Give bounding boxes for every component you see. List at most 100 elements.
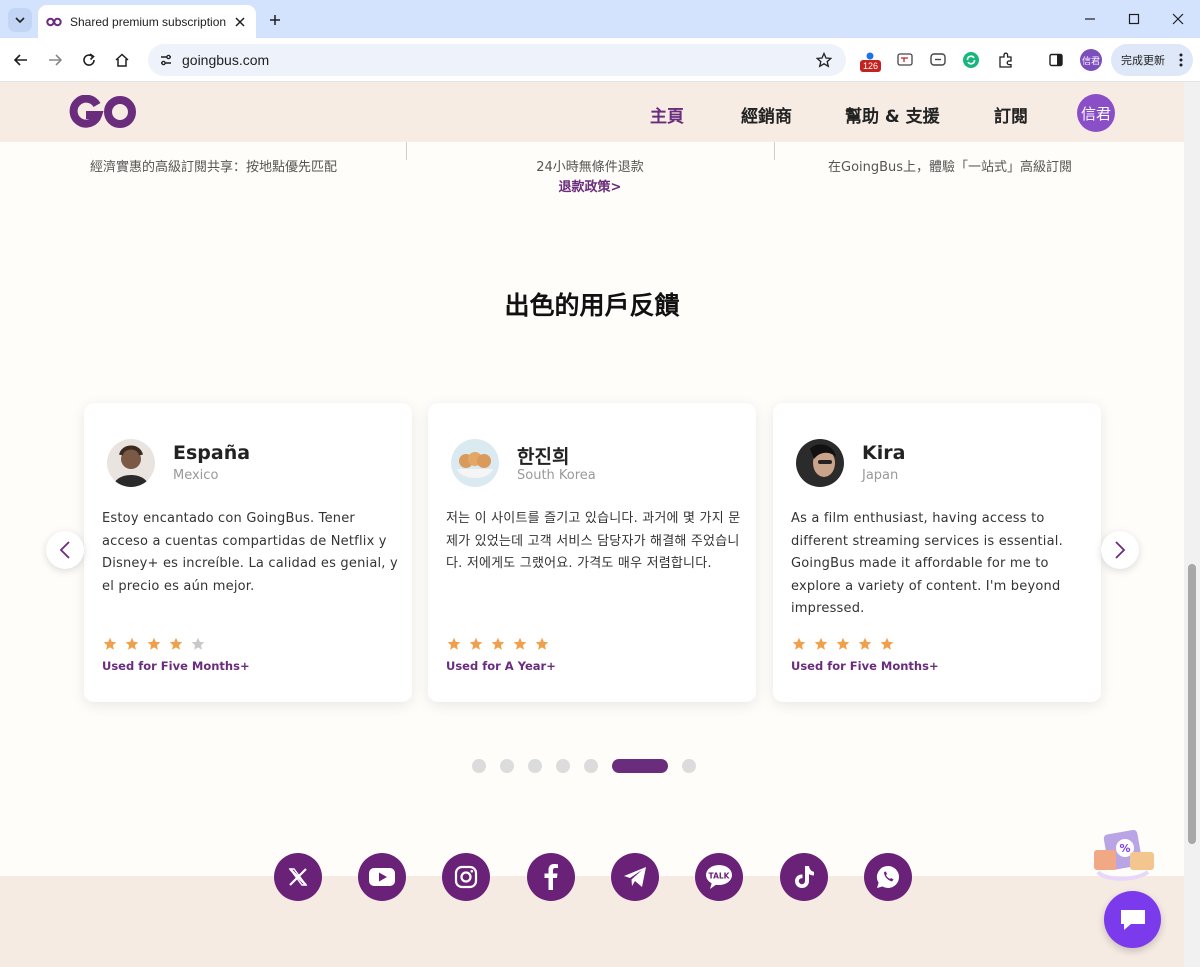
feature-refund: 24小時無條件退款 退款政策> [530,156,650,195]
carousel-dot[interactable] [528,759,542,773]
browser-toolbar: goingbus.com 126 信君 完成更新 [0,38,1200,82]
close-window-icon[interactable] [1164,6,1192,32]
star-filled-icon [468,636,484,655]
browser-tabbar: Shared premium subscription [0,0,1200,38]
star-empty-icon [190,636,206,655]
star-filled-icon [446,636,462,655]
divider [406,142,407,160]
star-filled-icon [124,636,140,655]
close-tab-icon[interactable] [232,14,248,30]
maximize-icon[interactable] [1120,6,1148,32]
kakaotalk-icon[interactable]: TALK [695,853,743,901]
section-title: 出色的用戶反饋 [504,291,680,320]
browser-profile-avatar[interactable]: 信君 [1080,49,1102,71]
reviewer-avatar [796,439,844,487]
carousel-pagination [472,759,696,773]
minimize-icon[interactable] [1076,6,1104,32]
carousel-prev-button[interactable] [46,531,84,569]
discount-promo-icon[interactable]: % [1090,826,1158,884]
carousel-dot-active[interactable] [612,759,668,773]
feature-affordable: 經濟實惠的高級訂閱共享：按地點優先匹配 [90,160,338,175]
new-tab-icon[interactable] [264,9,286,31]
features-strip: 經濟實惠的高級訂閱共享：按地點優先匹配 24小時無條件退款 退款政策> 在Goi… [0,142,1184,202]
usage-duration: Used for Five Months+ [102,659,250,673]
star-filled-icon [168,636,184,655]
review-card: 한진희 South Korea 저는 이 사이트를 즐기고 있습니다. 과거에 … [428,403,756,702]
goingbus-logo-icon [69,94,136,128]
svg-text:%: % [1119,842,1130,855]
star-filled-icon [490,636,506,655]
user-avatar[interactable]: 信君 [1077,94,1115,132]
extensions-puzzle-icon[interactable] [995,49,1017,71]
usage-duration: Used for A Year+ [446,659,556,673]
rating-stars [446,636,550,655]
update-label: 完成更新 [1121,54,1165,67]
nav-help-support[interactable]: 幫助 & 支援 [845,102,940,127]
instagram-icon[interactable] [442,853,490,901]
more-menu-icon[interactable] [1179,52,1183,71]
reviewer-country: Japan [862,468,899,483]
facebook-icon[interactable] [527,853,575,901]
reviewer-avatar [107,439,155,487]
tab-search-button[interactable] [8,8,32,32]
youtube-icon[interactable] [358,853,406,901]
refund-policy-link[interactable]: 退款政策> [530,176,650,195]
x-icon[interactable] [274,853,322,901]
carousel-next-button[interactable] [1101,531,1139,569]
star-filled-icon [791,636,807,655]
nav-home[interactable]: 主頁 [650,102,684,127]
browser-tab-active[interactable]: Shared premium subscription [38,5,256,38]
review-text: Estoy encantado con GoingBus. Tener acce… [102,511,398,594]
star-filled-icon [857,636,873,655]
star-filled-icon [512,636,528,655]
usage-duration: Used for Five Months+ [791,659,939,673]
chevron-left-icon [59,541,70,559]
chevron-down-icon [15,17,25,24]
carousel-dot[interactable] [500,759,514,773]
carousel-dot[interactable] [556,759,570,773]
live-chat-button[interactable] [1104,891,1161,948]
reviewer-name: Kira [862,442,906,464]
nav-subscribe[interactable]: 訂閱 [994,102,1028,127]
extension-sync-icon[interactable] [960,49,982,71]
telegram-icon[interactable] [611,853,659,901]
side-panel-icon[interactable] [1045,49,1067,71]
footer [0,876,1184,967]
back-icon[interactable] [9,48,33,72]
star-filled-icon [146,636,162,655]
goingbus-logo[interactable] [68,94,138,133]
extension-translate-icon[interactable] [894,49,916,71]
reviewer-name: España [173,442,251,464]
address-bar[interactable]: goingbus.com [148,44,846,76]
bookmark-star-icon[interactable] [814,50,834,70]
star-filled-icon [534,636,550,655]
site-header: 主頁 經銷商 幫助 & 支援 訂閱 信君 [0,82,1184,142]
reviewer-country: Mexico [173,468,219,483]
url-text: goingbus.com [182,52,270,68]
whatsapp-icon[interactable] [864,853,912,901]
goingbus-favicon-icon [46,14,62,30]
site-info-icon[interactable] [156,50,176,70]
update-button[interactable]: 完成更新 [1111,44,1193,76]
page-scrollbar[interactable] [1184,82,1200,967]
rating-stars [102,636,206,655]
carousel-dot[interactable] [682,759,696,773]
chat-bubble-icon [1120,909,1145,930]
home-icon[interactable] [110,48,134,72]
feature-refund-text: 24小時無條件退款 [536,160,644,175]
carousel-dot[interactable] [584,759,598,773]
forward-icon[interactable] [43,48,67,72]
star-filled-icon [813,636,829,655]
feature-one-stop: 在GoingBus上，體驗「一站式」高級訂閱 [828,160,1073,175]
review-card: Kira Japan As a film enthusiast, having … [773,403,1101,702]
carousel-dot[interactable] [472,759,486,773]
star-filled-icon [879,636,895,655]
review-text: 저는 이 사이트를 즐기고 있습니다. 과거에 몇 가지 문제가 있었는데 고객… [446,511,741,571]
nav-resellers[interactable]: 經銷商 [741,102,792,127]
extension-chat-icon[interactable] [927,49,949,71]
star-filled-icon [102,636,118,655]
tab-title: Shared premium subscription [70,14,227,29]
reload-icon[interactable] [77,48,101,72]
scrollbar-thumb[interactable] [1188,564,1196,844]
tiktok-icon[interactable] [780,853,828,901]
